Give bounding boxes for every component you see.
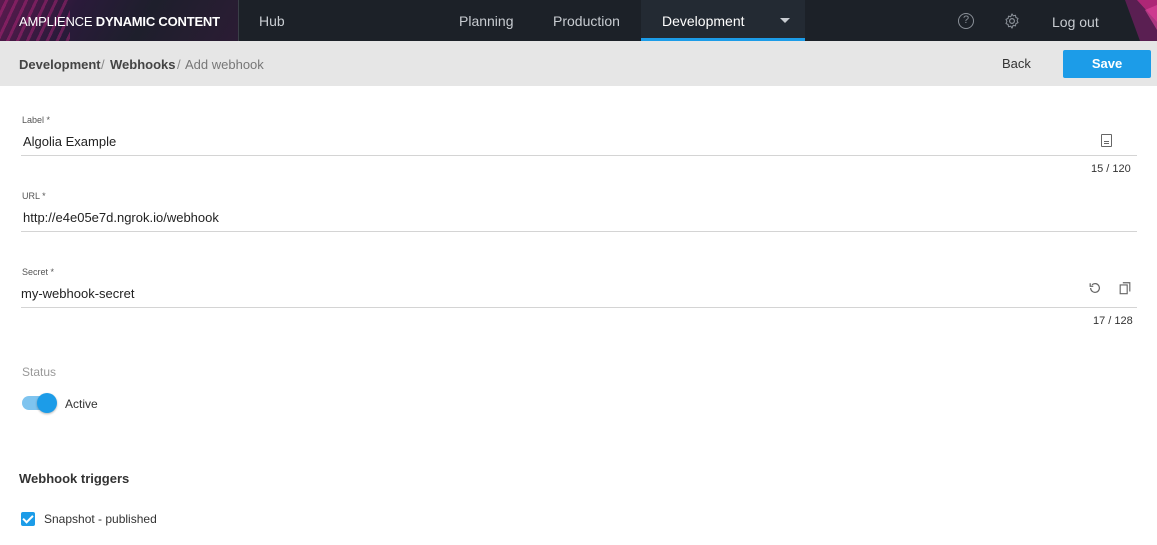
nav-item-hub[interactable]: Hub — [259, 13, 285, 29]
gear-icon[interactable] — [1003, 12, 1021, 30]
copy-icon[interactable] — [1118, 281, 1132, 295]
status-toggle-label: Active — [65, 397, 98, 411]
brand-logo[interactable]: AMPLIENCE DYNAMIC CONTENT — [0, 0, 238, 41]
url-field-underline — [21, 231, 1137, 232]
question-circle-icon[interactable]: ? — [958, 13, 974, 29]
status-toggle[interactable] — [37, 393, 57, 413]
label-field-title: Label * — [22, 115, 51, 125]
breadcrumb-separator: / — [177, 57, 181, 72]
webhook-triggers-heading: Webhook triggers — [19, 471, 130, 486]
decorative-corner-graphic — [1125, 0, 1157, 41]
snapshot-published-checkbox[interactable] — [21, 512, 35, 526]
breadcrumb-item-webhooks[interactable]: Webhooks — [110, 57, 176, 72]
secret-input[interactable]: my-webhook-secret — [21, 286, 1071, 301]
brand-divider — [238, 0, 239, 41]
label-character-counter: 15 / 120 — [1091, 163, 1131, 175]
label-input[interactable]: Algolia Example — [23, 134, 1083, 149]
document-icon[interactable] — [1101, 134, 1112, 147]
breadcrumb-item-current: Add webhook — [185, 57, 264, 72]
nav-item-planning[interactable]: Planning — [459, 13, 514, 29]
status-title: Status — [22, 365, 57, 379]
label-field-underline — [21, 155, 1137, 156]
breadcrumb-separator: / — [101, 57, 105, 72]
snapshot-published-label[interactable]: Snapshot - published — [44, 512, 157, 526]
back-button[interactable]: Back — [1002, 56, 1031, 71]
secret-field-underline — [21, 307, 1137, 308]
url-input[interactable]: http://e4e05e7d.ngrok.io/webhook — [23, 210, 1123, 225]
breadcrumb-item-development[interactable]: Development — [19, 57, 101, 72]
refresh-icon[interactable] — [1088, 281, 1102, 295]
nav-item-development-label: Development — [662, 13, 745, 29]
secret-field-title: Secret * — [22, 267, 55, 277]
secret-character-counter: 17 / 128 — [1093, 315, 1133, 327]
url-field-title: URL * — [22, 191, 46, 201]
chevron-down-icon[interactable] — [780, 18, 790, 23]
save-button[interactable]: Save — [1063, 50, 1151, 78]
nav-item-production[interactable]: Production — [553, 13, 620, 29]
brand-text: AMPLIENCE DYNAMIC CONTENT — [19, 14, 220, 29]
logout-link[interactable]: Log out — [1052, 14, 1099, 30]
